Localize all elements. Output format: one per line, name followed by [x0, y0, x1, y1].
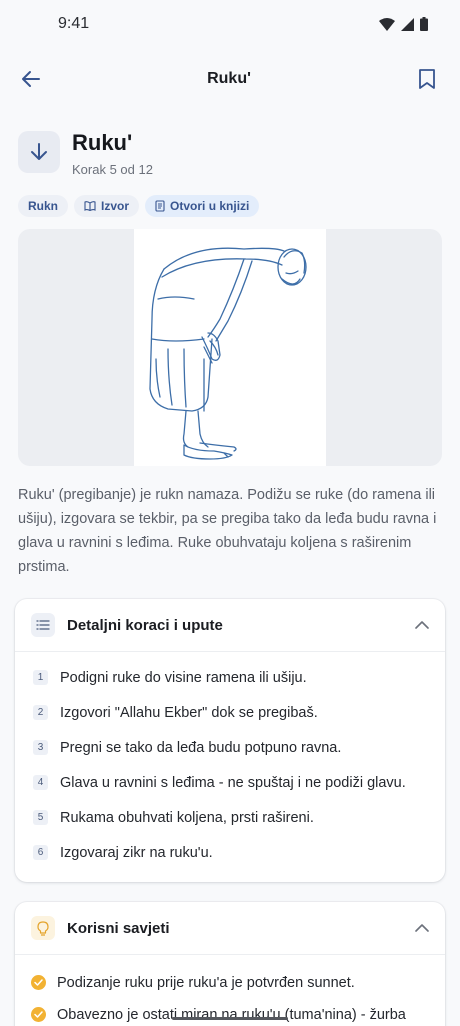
chip-row: Rukn Izvor Otvori u knjizi	[0, 177, 460, 217]
status-bar: 9:41	[0, 0, 460, 48]
back-button[interactable]	[16, 64, 46, 94]
step-number: 1	[33, 670, 48, 685]
battery-icon	[420, 17, 428, 31]
steps-card-header[interactable]: Detaljni koraci i upute	[15, 599, 445, 652]
step-header: Ruku' Korak 5 od 12	[0, 110, 460, 177]
chip-label: Otvori u knjizi	[170, 199, 250, 213]
top-app-bar: Ruku'	[0, 48, 460, 110]
tips-card: Korisni savjeti Podizanje ruku prije ruk…	[15, 902, 445, 1026]
tip-text: Obavezno je ostati miran na ruku'u (tuma…	[57, 1007, 406, 1023]
step-title: Ruku'	[72, 130, 133, 155]
lightbulb-icon	[37, 920, 49, 936]
chevron-up-icon[interactable]	[415, 923, 429, 933]
bowing-figure-image	[149, 247, 307, 460]
list-item: 6 Izgovaraj zikr na ruku'u.	[33, 835, 429, 870]
chip-label: Izvor	[101, 199, 130, 213]
list-item: 2 Izgovori "Allahu Ekber" dok se pregiba…	[33, 695, 429, 730]
chip-label: Rukn	[28, 199, 58, 213]
list-item: 4 Glava u ravnini s leđima - ne spuštaj …	[33, 765, 429, 800]
list-item: 1 Podigni ruke do visine ramena ili ušij…	[33, 660, 429, 695]
step-text: Rukama obuhvati koljena, prsti rašireni.	[60, 809, 314, 826]
step-number: 6	[33, 845, 48, 860]
chip-open-in-book[interactable]: Otvori u knjizi	[145, 195, 260, 217]
steps-card: Detaljni koraci i upute 1 Podigni ruke d…	[15, 599, 445, 882]
illustration-canvas	[134, 229, 326, 466]
book-open-icon	[84, 201, 96, 211]
step-number: 5	[33, 810, 48, 825]
tip-text: Podizanje ruku prije ruku'a je potvrđen …	[57, 975, 355, 991]
step-number: 2	[33, 705, 48, 720]
step-text: Pregni se tako da leđa budu potpuno ravn…	[60, 739, 342, 756]
lightbulb-icon-box	[31, 916, 55, 940]
bookmark-button[interactable]	[412, 64, 442, 94]
check-icon	[31, 975, 46, 990]
wifi-icon	[379, 17, 395, 31]
step-number: 3	[33, 740, 48, 755]
tips-card-header[interactable]: Korisni savjeti	[15, 902, 445, 955]
list-item: Podizanje ruku prije ruku'a je potvrđen …	[31, 971, 429, 995]
step-text: Izgovori "Allahu Ekber" dok se pregibaš.	[60, 704, 318, 721]
chip-source[interactable]: Izvor	[74, 195, 140, 217]
step-number: 4	[33, 775, 48, 790]
tips-list: Podizanje ruku prije ruku'a je potvrđen …	[15, 955, 445, 1026]
steps-card-title: Detaljni koraci i upute	[67, 616, 223, 634]
signal-icon	[401, 17, 414, 31]
step-text: Podigni ruke do visine ramena ili ušiju.	[60, 669, 307, 686]
list-icon	[36, 620, 50, 630]
check-icon	[31, 1007, 46, 1022]
steps-list: 1 Podigni ruke do visine ramena ili ušij…	[15, 652, 445, 882]
page-title: Ruku'	[207, 70, 251, 87]
chip-rukn[interactable]: Rukn	[18, 195, 68, 217]
ruku-illustration	[18, 229, 442, 466]
arrow-left-icon	[22, 71, 40, 87]
list-icon-box	[31, 613, 55, 637]
document-icon	[155, 200, 165, 212]
arrow-down-icon	[31, 143, 47, 160]
step-progress: Korak 5 od 12	[72, 162, 153, 177]
bookmark-icon	[419, 69, 435, 89]
tips-card-title: Korisni savjeti	[67, 919, 170, 937]
step-description: Ruku' (pregibanje) je rukn namaza. Podiž…	[18, 487, 437, 575]
list-item: 5 Rukama obuhvati koljena, prsti raširen…	[33, 800, 429, 835]
status-time: 9:41	[58, 15, 90, 32]
home-indicator[interactable]	[172, 1017, 288, 1020]
status-icons	[379, 17, 428, 31]
step-icon-box	[18, 131, 60, 173]
list-item: 3 Pregni se tako da leđa budu potpuno ra…	[33, 730, 429, 765]
chevron-up-icon[interactable]	[415, 620, 429, 630]
list-item: Obavezno je ostati miran na ruku'u (tuma…	[31, 1003, 429, 1026]
step-text: Glava u ravnini s leđima - ne spuštaj i …	[60, 774, 406, 791]
step-text: Izgovaraj zikr na ruku'u.	[60, 844, 213, 861]
